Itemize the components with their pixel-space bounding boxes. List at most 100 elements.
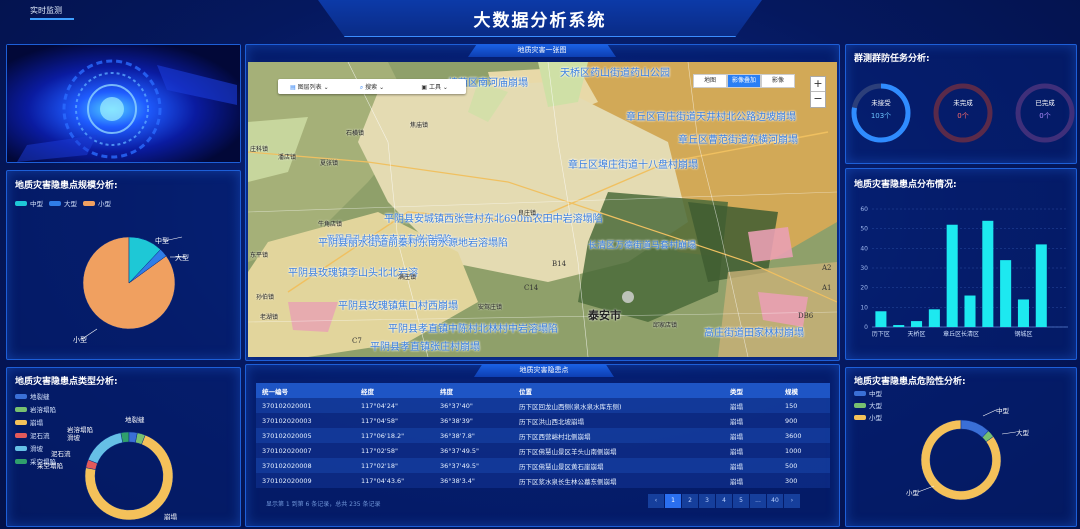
bar-9[interactable] <box>1035 244 1047 327</box>
table-cell: 崩塌 <box>724 443 779 458</box>
hazard-map-label[interactable]: 平阴县孝直镇张庄村崩塌 <box>370 338 480 353</box>
hazard-map-label[interactable]: 章丘区曹范街道东横河崩塌 <box>678 131 798 146</box>
place-label: 石横镇 <box>346 130 365 137</box>
search-button[interactable]: ⌕ 搜索 ⌄ <box>341 82 404 92</box>
col-header-longitude[interactable]: 经度 <box>355 383 434 398</box>
layer-list-label: 图层列表 <box>297 84 322 91</box>
type-donut-slice-4[interactable] <box>87 432 123 464</box>
tools-button[interactable]: ▣ 工具 ⌄ <box>403 82 466 91</box>
hazard-map-label[interactable]: 平阴县孝直镇中陈村北林村中岩溶塌陷 <box>388 320 558 335</box>
page-number-button[interactable]: 3 <box>699 494 715 508</box>
table-cell: 370102020008 <box>256 458 355 473</box>
col-header-location[interactable]: 位置 <box>513 383 724 398</box>
bar-y-tick: 20 <box>860 285 868 292</box>
bar-x-tick: 钢城区 <box>1014 330 1032 338</box>
table-cell: 370102020005 <box>256 428 355 443</box>
col-header-type[interactable]: 类型 <box>724 383 779 398</box>
bar-7[interactable] <box>1000 260 1012 327</box>
danger-donut-chart: 中型 大型 小型 <box>906 406 1030 501</box>
map-type-imagery[interactable]: 影像 <box>761 74 795 88</box>
map-zone-code: DB6 <box>798 312 814 320</box>
map-type-switcher: 地图 影像叠加 影像 <box>693 74 795 88</box>
table-footer-info: 显示第 1 到第 6 条记录，总共 235 条记录 <box>266 501 381 508</box>
bar-4[interactable] <box>946 224 958 327</box>
donut-label-collapse: 崩塌 <box>164 512 178 521</box>
page-number-button[interactable]: 4 <box>716 494 732 508</box>
bar-2[interactable] <box>911 321 923 327</box>
donut-label-mining: 采空塌陷 <box>37 461 63 470</box>
table-row[interactable]: 370102020008 117°02'18" 36°37'49.5" 历下区佛慧山景… <box>256 458 830 473</box>
hazard-map-label[interactable]: 长清区万德街道马套村崩塌 <box>588 238 696 251</box>
donut-label-karst: 岩溶塌陷 <box>67 425 93 434</box>
map-zone-code: B14 <box>552 260 567 268</box>
hazard-map-label[interactable]: 天桥区药山街道药山公园 <box>560 64 670 79</box>
col-header-scale[interactable]: 规模 <box>779 383 830 398</box>
ring-label-unaccepted: 未接受 <box>871 99 891 107</box>
table-row[interactable]: 370102020007 117°02'58" 36°37'49.5" 历下区佛慧山景… <box>256 443 830 458</box>
map-type-map[interactable]: 地图 <box>693 74 727 88</box>
hazard-map-label[interactable]: 高庄街道田家林村崩塌 <box>704 324 804 339</box>
hazard-map-label[interactable]: 章丘区埠庄街道十八盘村崩塌 <box>568 156 698 171</box>
bar-1[interactable] <box>893 325 905 327</box>
bar-x-tick: 天桥区 <box>908 330 926 338</box>
briefcase-icon: ▣ <box>421 84 428 91</box>
scale-pie-chart: 中型 大型 小型 <box>73 236 189 344</box>
donut-label-debris: 泥石流 <box>51 449 71 458</box>
page-prev-button[interactable]: ‹ <box>648 494 664 508</box>
table-cell: 300 <box>779 473 830 488</box>
table-row[interactable]: 370102020003 117°04'58" 36°38'39" 历下区洪山西北坡崩… <box>256 413 830 428</box>
table-row[interactable]: 370102020005 117°06'18.2" 36°38'7.8" 历下区西营峪… <box>256 428 830 443</box>
ring-value-finished: 0个 <box>1039 112 1051 120</box>
bar-0[interactable] <box>875 311 887 327</box>
table-cell: 历下区浆水泉长生林公墓东侧崩塌 <box>513 473 724 488</box>
hazard-map-label[interactable]: 平阴县玫瑰镇焦口村西崩塌 <box>338 297 458 312</box>
col-header-latitude[interactable]: 纬度 <box>434 383 513 398</box>
page-number-button[interactable]: 2 <box>682 494 698 508</box>
map-zone-code: A2 <box>822 264 832 272</box>
legend-label-large: 大型 <box>64 200 77 208</box>
table-row[interactable]: 370102020001 117°04'24" 36°37'40" 历下区回龙山西侧(… <box>256 398 830 413</box>
ring-value-unaccepted: 103个 <box>870 112 892 120</box>
bar-y-tick: 50 <box>860 226 868 233</box>
map-zone-code: C7 <box>352 337 362 345</box>
table-cell: 36°38'7.8" <box>434 428 513 443</box>
search-label: 搜索 <box>365 83 378 91</box>
bar-3[interactable] <box>928 309 940 327</box>
table-cell: 117°02'18" <box>355 458 434 473</box>
danger-donut-slice-0[interactable] <box>960 419 989 438</box>
col-header-id[interactable]: 统一编号 <box>256 383 355 398</box>
pie-label-large: 大型 <box>175 253 189 262</box>
map-type-overlay[interactable]: 影像叠加 <box>727 74 761 88</box>
visual-banner-panel <box>6 44 241 163</box>
place-label: 庄科镇 <box>250 146 269 153</box>
tab-realtime-monitor[interactable]: 实时监测 <box>30 5 62 16</box>
zoom-in-button[interactable]: + <box>811 77 825 92</box>
table-cell: 崩塌 <box>724 413 779 428</box>
map-panel-title: 地质灾害一张图 <box>468 44 616 57</box>
bar-6[interactable] <box>982 220 994 327</box>
table-cell: 150 <box>779 398 830 413</box>
map-canvas[interactable]: 天桥区药山街道药山公园 槐荫区南河庙崩塌 章丘区官庄街道天井村北公路边坡崩塌 章丘区曹… <box>248 62 837 357</box>
page-number-button[interactable]: 40 <box>767 494 783 508</box>
page-number-button[interactable]: 1 <box>665 494 681 508</box>
layer-list-button[interactable]: ▤ 图层列表 ⌄ <box>278 82 341 91</box>
page-next-button[interactable]: › <box>784 494 800 508</box>
bar-8[interactable] <box>1017 299 1029 327</box>
table-row[interactable]: 370102020009 117°04'43.6" 36°38'3.4" 历下区浆水泉… <box>256 473 830 488</box>
legend-swatch-large <box>49 200 61 206</box>
map-labels: 天桥区药山街道药山公园 槐荫区南河庙崩塌 章丘区官庄街道天井村北公路边坡崩塌 章丘区曹… <box>248 62 837 357</box>
page-number-button[interactable]: ... <box>750 494 766 508</box>
type-analysis-panel: 地质灾害隐患点类型分析: 地裂缝 岩溶塌陷 崩塌 泥石流 滑坡 采空塌陷 岩溶塌陷 地裂缝… <box>6 367 241 527</box>
donut-label-ground-fissure: 地裂缝 <box>125 415 145 424</box>
donut-label-landslide: 滑坡 <box>67 433 81 442</box>
table-cell: 117°04'58" <box>355 413 434 428</box>
zoom-out-button[interactable]: − <box>811 92 825 106</box>
hazard-table: 统一编号 经度 纬度 位置 类型 规模 370102020001 117°04'2… <box>256 383 830 488</box>
hazard-map-label[interactable]: 平阴县安城镇西张营村东北690m农田中岩溶塌陷 <box>384 210 603 225</box>
legend-swatch-medium <box>15 200 27 206</box>
hazard-map-label[interactable]: 平阴县丽水街道前秦村东南水源地岩溶塌陷 <box>318 234 508 249</box>
place-label: 老湖镇 <box>260 314 279 321</box>
page-number-button[interactable]: 5 <box>733 494 749 508</box>
hazard-map-label[interactable]: 章丘区官庄街道天井村北公路边坡崩塌 <box>626 108 796 123</box>
bar-5[interactable] <box>964 295 976 327</box>
